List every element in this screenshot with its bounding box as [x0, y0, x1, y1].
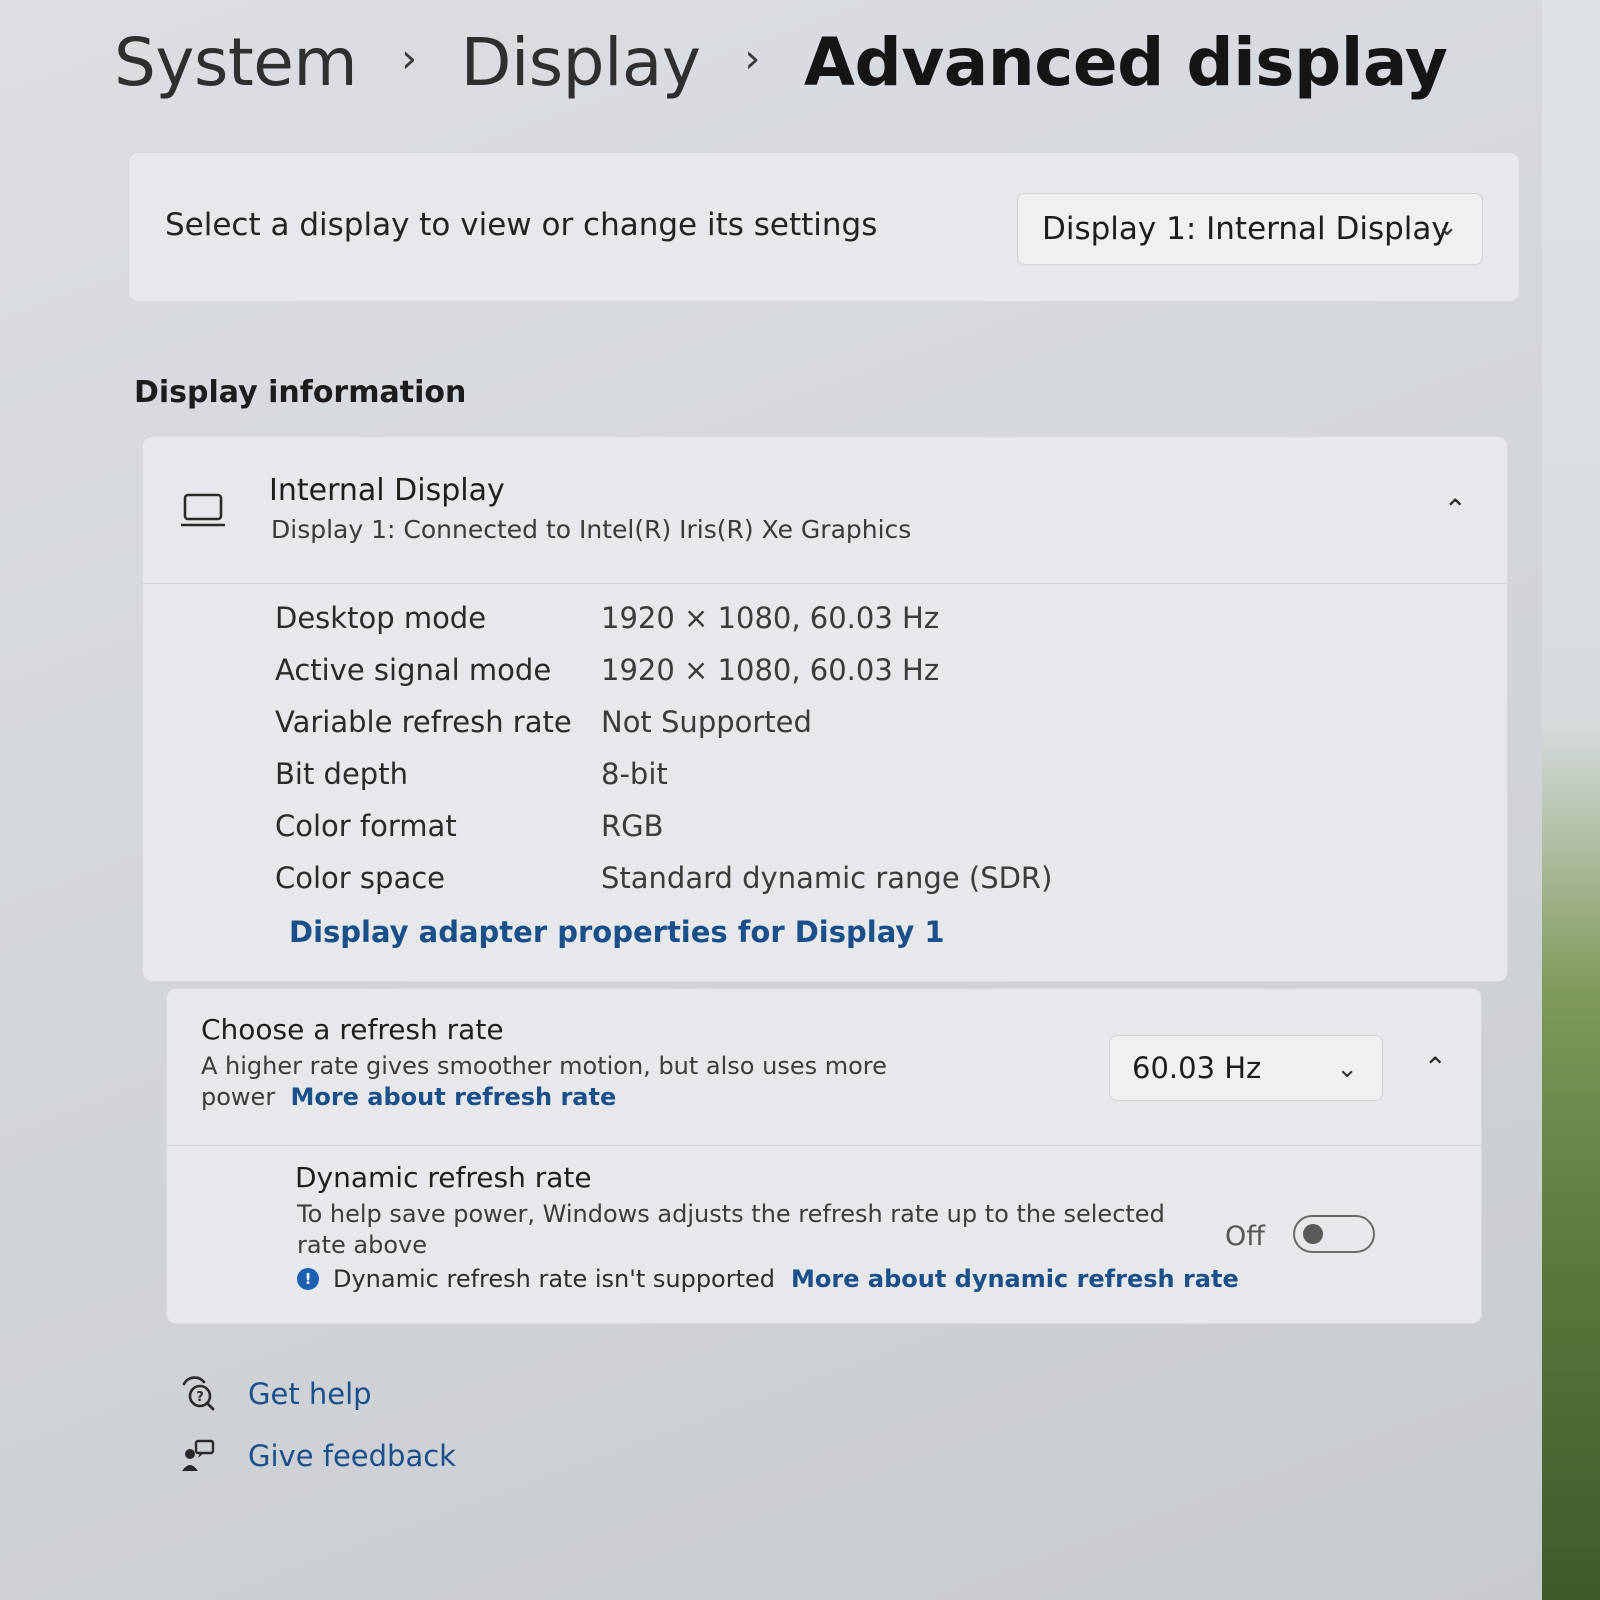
adapter-properties-link[interactable]: Display adapter properties for Display 1 [289, 915, 945, 949]
breadcrumb-system[interactable]: System [114, 24, 358, 101]
property-name: Color format [275, 809, 457, 843]
display-info-header[interactable]: Internal Display Display 1: Connected to… [143, 437, 1507, 584]
property-name: Variable refresh rate [275, 705, 572, 739]
background-edge [1542, 0, 1600, 1600]
property-value: Not Supported [601, 705, 812, 739]
property-value: Standard dynamic range (SDR) [601, 861, 1053, 895]
refresh-rate-value: 60.03 Hz [1132, 1051, 1262, 1085]
property-name: Active signal mode [275, 653, 552, 687]
dynamic-refresh-note-text: Dynamic refresh rate isn't supported [333, 1265, 776, 1293]
feedback-icon [182, 1439, 215, 1471]
get-help-link[interactable]: ? Get help [180, 1376, 372, 1412]
refresh-rate-card: Choose a refresh rate A higher rate give… [166, 988, 1482, 1324]
page-title: Advanced display [803, 24, 1448, 101]
property-value: RGB [601, 809, 664, 843]
chevron-right-icon: › [744, 35, 760, 82]
refresh-rate-description: A higher rate gives smoother motion, but… [201, 1051, 1021, 1113]
toggle-knob [1303, 1224, 1323, 1244]
breadcrumb-display[interactable]: Display [461, 24, 701, 101]
display-info-card: Internal Display Display 1: Connected to… [142, 436, 1508, 982]
dynamic-refresh-title: Dynamic refresh rate [295, 1161, 592, 1194]
display-name: Internal Display [269, 473, 505, 508]
toggle-state-label: Off [1225, 1221, 1265, 1252]
breadcrumb: System › Display › Advanced display [114, 24, 1448, 101]
dynamic-refresh-note: ! Dynamic refresh rate isn't supported M… [297, 1265, 1239, 1293]
display-connection: Display 1: Connected to Intel(R) Iris(R)… [271, 515, 912, 544]
get-help-label: Get help [248, 1377, 372, 1411]
chevron-down-icon: ⌄ [1336, 1054, 1358, 1084]
property-value: 1920 × 1080, 60.03 Hz [601, 601, 940, 635]
refresh-rate-title: Choose a refresh rate [201, 1013, 504, 1046]
property-value: 8-bit [601, 757, 668, 791]
svg-text:?: ? [196, 1390, 204, 1405]
chevron-up-icon[interactable]: ⌃ [1424, 1051, 1447, 1084]
display-select-label: Select a display to view or change its s… [165, 207, 878, 243]
info-icon: ! [297, 1268, 319, 1290]
display-dropdown-value: Display 1: Internal Display [1042, 211, 1450, 247]
refresh-rate-link[interactable]: More about refresh rate [290, 1083, 616, 1111]
laptop-icon [181, 493, 225, 527]
property-name: Color space [275, 861, 446, 895]
help-icon: ? [182, 1376, 215, 1411]
display-select-card: Select a display to view or change its s… [128, 152, 1520, 302]
property-value: 1920 × 1080, 60.03 Hz [601, 653, 940, 687]
give-feedback-label: Give feedback [248, 1439, 456, 1473]
property-name: Desktop mode [275, 601, 487, 635]
chevron-up-icon[interactable]: ⌃ [1444, 493, 1467, 526]
dynamic-refresh-description: To help save power, Windows adjusts the … [297, 1200, 1165, 1259]
dynamic-refresh-toggle[interactable] [1293, 1215, 1375, 1253]
chevron-right-icon: › [401, 35, 417, 82]
dynamic-refresh-link[interactable]: More about dynamic refresh rate [791, 1265, 1239, 1293]
give-feedback-link[interactable]: Give feedback [180, 1438, 456, 1474]
refresh-rate-dropdown[interactable]: 60.03 Hz ⌄ [1109, 1035, 1383, 1101]
property-name: Bit depth [275, 757, 408, 791]
chevron-down-icon: ⌄ [1436, 212, 1458, 242]
display-dropdown[interactable]: Display 1: Internal Display ⌄ [1017, 193, 1483, 265]
section-heading: Display information [134, 375, 467, 410]
refresh-rate-header: Choose a refresh rate A higher rate give… [167, 989, 1481, 1146]
